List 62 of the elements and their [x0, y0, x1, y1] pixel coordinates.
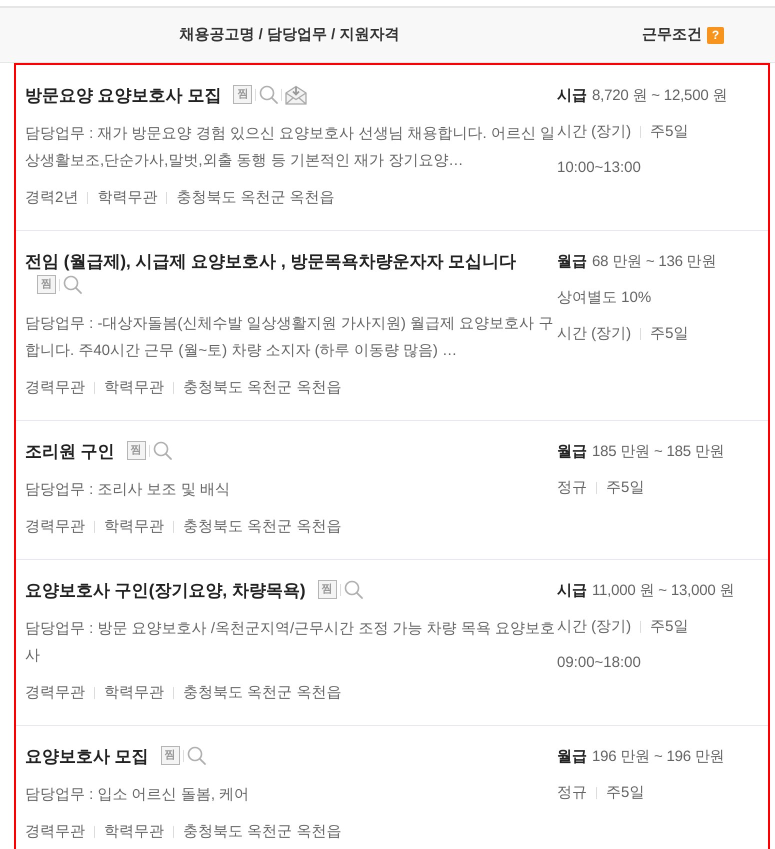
- bookmark-button[interactable]: 찜: [160, 746, 180, 766]
- duty-description: 담당업무 : 입소 어르신 돌봄, 케어: [25, 785, 250, 805]
- pay-type: 시급: [557, 86, 587, 106]
- search-icon[interactable]: [63, 275, 82, 294]
- column-heading: 채용공고명 / 담당업무 / 지원자격: [179, 24, 400, 45]
- search-icon[interactable]: [344, 580, 362, 600]
- envelope-arrow-icon[interactable]: [285, 84, 308, 105]
- qualification-text: 경력무관: [25, 378, 85, 398]
- bookmark-button[interactable]: 찜: [126, 441, 146, 460]
- pay-range: 185 만원 ~ 185 만원: [592, 442, 724, 462]
- pay-type: 월급: [557, 252, 587, 272]
- condition-text: 시간 (장기): [557, 122, 632, 142]
- duty-description: 담당업무 : 재가 방문요양 경험 있으신 요양보호사 선생님 채용합니다. 어르신 일상생활보조,단순가사,말벗,외출 동행 등 기본적인 재가 장기요양…: [25, 124, 555, 171]
- job-title[interactable]: 방문요양 요양보호사 모집: [25, 86, 222, 105]
- qualification-text: 경력2년: [25, 188, 78, 208]
- help-badge[interactable]: ?: [707, 26, 724, 44]
- pay-type: 월급: [557, 746, 587, 767]
- qualification-text: 학력무관: [97, 188, 158, 208]
- condition-text: 주5일: [650, 616, 689, 637]
- bookmark-button[interactable]: 찜: [318, 580, 336, 600]
- qualification-text: 충청북도 옥천군 옥천읍: [183, 517, 342, 537]
- condition-text: 주5일: [606, 478, 644, 498]
- pay-range: 8,720 원 ~ 12,500 원: [592, 86, 728, 106]
- pay-type: 월급: [557, 442, 587, 462]
- job-title[interactable]: 조리원 구인: [25, 442, 115, 461]
- duty-description: 담당업무 : -대상자돌봄(신체수발 일상생활지원 가사지원) 월급제 요양보호사 구합니다. 주40시간 근무 (월~토) 차량 소지자 (하루 이동량 많음) …: [25, 314, 554, 361]
- job-title[interactable]: 전임 (월급제), 시급제 요양보호사 , 방문목욕차량운자자 모십니다: [25, 252, 516, 271]
- qualification-text: 충청북도 옥천군 옥천읍: [183, 683, 342, 703]
- duty-description: 담당업무 : 조리사 보조 및 배식: [25, 480, 232, 500]
- qualification-text: 경력무관: [25, 683, 85, 703]
- condition-text: 주5일: [606, 782, 644, 803]
- search-icon[interactable]: [152, 441, 172, 460]
- qualification-text: 학력무관: [104, 378, 164, 398]
- condition-text: 주5일: [650, 122, 689, 142]
- qualification-text: 충청북도 옥천군 옥천읍: [183, 822, 342, 842]
- duty-description: 담당업무 : 방문 요양보호사 /옥천군지역/근무시간 조정 가능 차량 목욕 요양보호사: [25, 619, 555, 666]
- search-icon[interactable]: [186, 746, 206, 766]
- condition-text: 09:00~18:00: [557, 652, 641, 673]
- qualification-text: 학력무관: [104, 517, 164, 537]
- column-heading: 근무조건: [642, 24, 702, 45]
- qualification-text: 경력무관: [25, 822, 85, 842]
- condition-text: 10:00~13:00: [557, 158, 641, 178]
- job-title[interactable]: 요양보호사 모집: [25, 747, 149, 766]
- condition-text: 시간 (장기): [557, 324, 632, 344]
- condition-text: 주5일: [650, 324, 689, 344]
- condition-text: 정규: [557, 782, 587, 803]
- pay-range: 68 만원 ~ 136 만원: [592, 252, 716, 272]
- search-icon[interactable]: [259, 85, 278, 104]
- job-title[interactable]: 요양보호사 구인(장기요양, 차량목욕): [25, 581, 306, 600]
- qualification-text: 충청북도 옥천군 옥천읍: [183, 378, 342, 398]
- qualification-text: 학력무관: [104, 683, 164, 703]
- pay-type: 시급: [557, 580, 587, 601]
- condition-text: 상여별도 10%: [557, 288, 652, 308]
- pay-range: 196 만원 ~ 196 만원: [592, 746, 724, 767]
- pay-range: 11,000 원 ~ 13,000 원: [592, 580, 734, 601]
- condition-text: 시간 (장기): [557, 616, 632, 637]
- bookmark-button[interactable]: 찜: [233, 85, 252, 104]
- bookmark-button[interactable]: 찜: [37, 275, 56, 294]
- qualification-text: 충청북도 옥천군 옥천읍: [176, 188, 335, 208]
- condition-text: 정규: [557, 478, 587, 498]
- qualification-text: 학력무관: [104, 822, 164, 842]
- qualification-text: 경력무관: [25, 517, 85, 537]
